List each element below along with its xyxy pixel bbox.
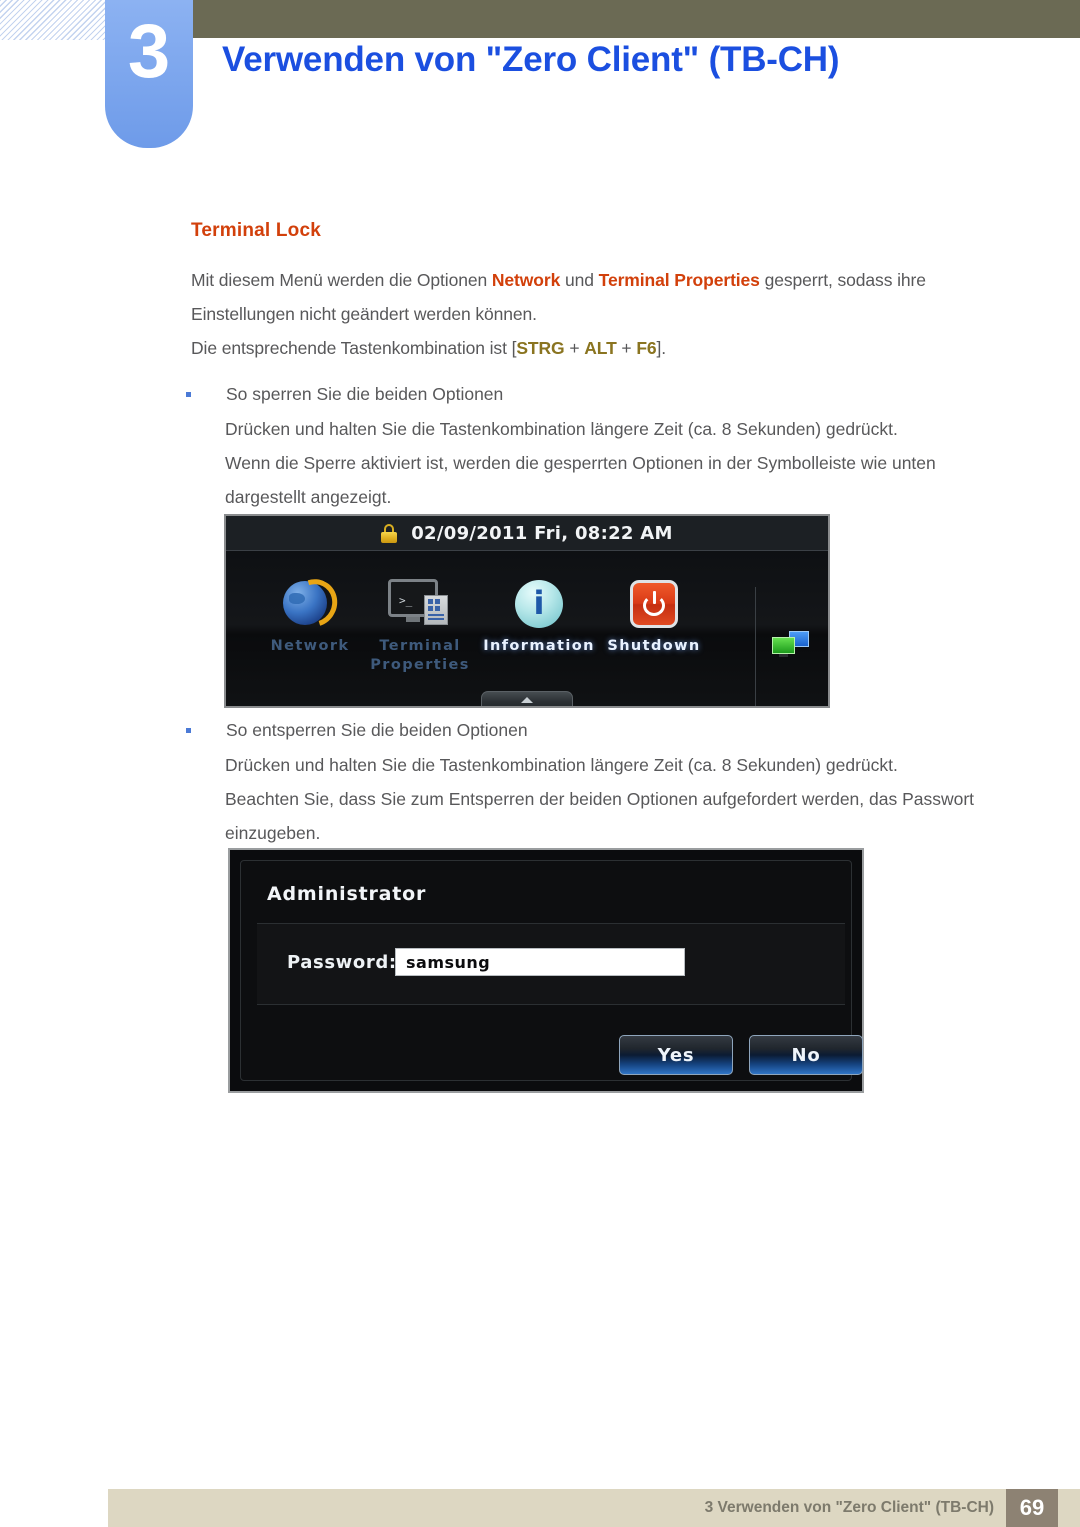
- shortcut-suffix: ].: [656, 338, 667, 358]
- toolbar-body: Network >_ Terminal Properties i Informa…: [226, 551, 828, 706]
- highlight-network: Network: [491, 270, 561, 290]
- page-header: 3 Verwenden von "Zero Client" (TB-CH): [0, 0, 1080, 160]
- paragraph-intro-part2: und: [560, 270, 599, 290]
- toolbar-item-information-label: Information: [483, 638, 595, 654]
- dialog-title: Administrator: [267, 883, 427, 905]
- toolbar-item-terminal-label-line1: Terminal: [379, 638, 461, 654]
- dialog-field-panel: Password: samsung: [257, 923, 845, 1005]
- padlock-icon: [381, 523, 398, 543]
- info-icon: i: [479, 571, 599, 637]
- bullet-lock-label: So sperren Sie die beiden Optionen: [226, 384, 504, 404]
- page-footer: 3 Verwenden von "Zero Client" (TB-CH) 69: [108, 1489, 1080, 1527]
- key-alt: ALT: [584, 338, 617, 358]
- bullet-marker-icon: [186, 392, 191, 397]
- chapter-number-tab: 3: [105, 0, 193, 148]
- password-value: samsung: [406, 952, 491, 972]
- yes-button[interactable]: Yes: [619, 1035, 733, 1075]
- password-label: Password:: [287, 952, 397, 973]
- key-sep-1: +: [564, 338, 585, 358]
- toolbar-item-information[interactable]: i Information: [479, 571, 599, 656]
- toolbar-collapse-handle[interactable]: [481, 691, 573, 706]
- bullet-unlock-line-2: Beachten Sie, dass Sie zum Entsperren de…: [225, 789, 975, 843]
- power-icon: [594, 571, 714, 637]
- bullet-lock-line-1: Drücken und halten Sie die Tastenkombina…: [225, 419, 898, 439]
- key-f6: F6: [636, 338, 657, 358]
- key-sep-2: +: [616, 338, 637, 358]
- highlight-terminal-properties: Terminal Properties: [598, 270, 760, 290]
- section-heading: Terminal Lock: [191, 220, 322, 241]
- collapse-caret-icon: [521, 697, 533, 703]
- dialog-frame: Administrator Password: samsung Yes No: [240, 860, 863, 1081]
- bullet-lock-line-2: Wenn die Sperre aktiviert ist, werden di…: [225, 453, 936, 507]
- header-olive-bar: [192, 0, 1080, 38]
- toolbar-item-terminal-properties[interactable]: >_ Terminal Properties: [360, 571, 480, 675]
- paragraph-intro: Mit diesem Menü werden die Optionen Netw…: [191, 263, 981, 331]
- page-number: 69: [1006, 1489, 1058, 1527]
- page-title: Verwenden von "Zero Client" (TB-CH): [222, 40, 840, 79]
- toolbar-datetime: 02/09/2011 Fri, 08:22 AM: [411, 522, 673, 544]
- network-monitors-icon[interactable]: [772, 631, 812, 657]
- terminal-icon: >_: [360, 571, 480, 637]
- toolbar-item-network[interactable]: Network: [250, 571, 370, 656]
- bullet-marker-icon: [186, 728, 191, 733]
- footer-breadcrumb: 3 Verwenden von "Zero Client" (TB-CH): [704, 1499, 994, 1516]
- figure-locked-toolbar: 02/09/2011 Fri, 08:22 AM Network >_ Term…: [224, 514, 830, 708]
- toolbar-item-shutdown-label: Shutdown: [607, 638, 701, 654]
- paragraph-intro-part1: Mit diesem Menü werden die Optionen: [191, 270, 492, 290]
- toolbar-titlebar: 02/09/2011 Fri, 08:22 AM: [226, 516, 828, 551]
- toolbar-tray-divider: [755, 587, 756, 706]
- toolbar-item-terminal-label-line2: Properties: [370, 657, 470, 673]
- password-input[interactable]: samsung: [395, 948, 685, 976]
- globe-icon: [250, 571, 370, 637]
- figure-administrator-dialog: Administrator Password: samsung Yes No: [228, 848, 864, 1093]
- toolbar-item-shutdown[interactable]: Shutdown: [594, 571, 714, 656]
- no-button[interactable]: No: [749, 1035, 863, 1075]
- bullet-unlock-label: So entsperren Sie die beiden Optionen: [226, 720, 528, 740]
- hatch-decoration: [0, 0, 108, 40]
- bullet-unlock-line-1: Drücken und halten Sie die Tastenkombina…: [225, 755, 898, 775]
- key-strg: STRG: [516, 338, 565, 358]
- shortcut-prefix: Die entsprechende Tastenkombination ist …: [191, 338, 517, 358]
- chapter-number: 3: [127, 9, 171, 94]
- toolbar-item-network-label: Network: [270, 638, 350, 654]
- paragraph-shortcut: Die entsprechende Tastenkombination ist …: [191, 331, 981, 365]
